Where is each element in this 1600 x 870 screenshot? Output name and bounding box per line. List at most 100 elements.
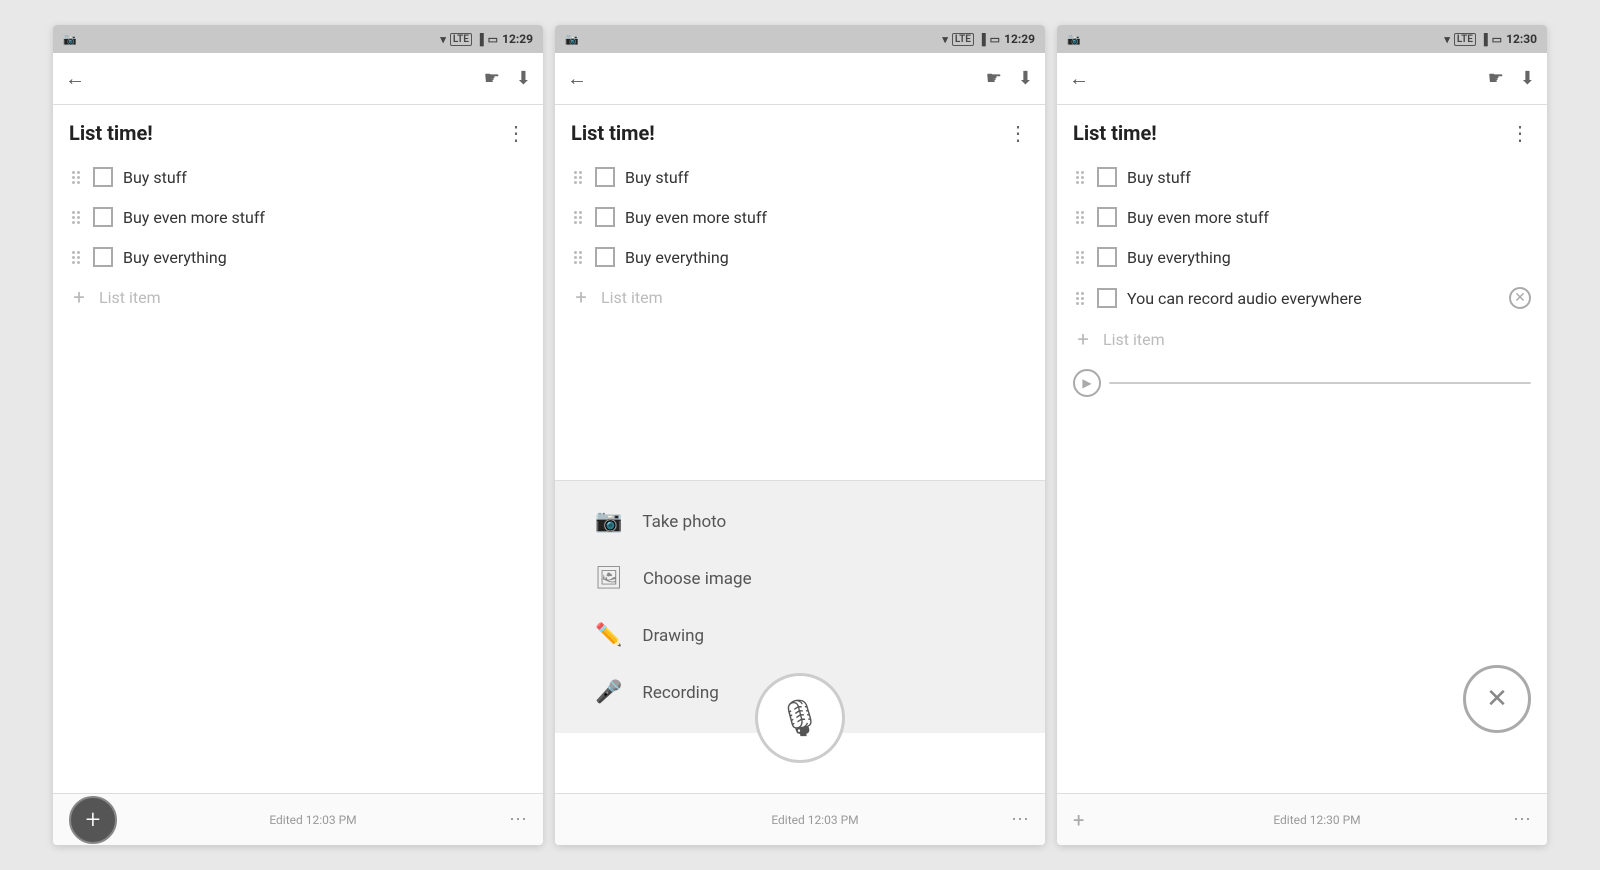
list-item: Buy even more stuff [555,197,1045,237]
checkbox[interactable] [595,207,615,227]
item-text: Buy everything [123,248,527,267]
touch-icon-1[interactable]: ☛ [484,68,500,89]
title-row-3: List time! ⋮ [1057,105,1547,153]
list-item: Buy stuff [555,157,1045,197]
list-title-2: List time! [571,121,655,145]
add-item-row-2[interactable]: + List item [555,277,1045,317]
drag-handle[interactable] [69,251,83,264]
title-row-2: List time! ⋮ [555,105,1045,153]
back-button-2[interactable]: ← [567,66,587,91]
drag-handle[interactable] [571,251,585,264]
toolbar-icons-1: ☛ ⬇ [484,68,531,89]
checkbox[interactable] [1097,207,1117,227]
status-bar-1: 📷 ▾ LTE ▐ ▭ 12:29 [53,25,543,53]
overflow-menu-btn-2[interactable]: ⋯ [1011,809,1029,830]
status-bar-3: 📷 ▾ LTE ▐ ▭ 12:30 [1057,25,1547,53]
drag-handle[interactable] [69,211,83,224]
add-fab-icon-1: + [86,805,101,835]
list-item: You can record audio everywhere ✕ [1057,277,1547,319]
content-1: List time! ⋮ Buy stuff [53,105,543,793]
item-text: Buy even more stuff [1127,208,1531,227]
checkbox[interactable] [1097,247,1117,267]
checkbox[interactable] [1097,288,1117,308]
battery-icon-3: ▭ [1492,33,1502,46]
wifi-icon: ▾ [440,33,446,46]
list-title-1: List time! [69,121,153,145]
list-item: Buy even more stuff [1057,197,1547,237]
drawing-icon: ✏️ [595,623,622,648]
drag-handle[interactable] [69,171,83,184]
spacer-3: + [1073,808,1121,832]
signal-icon-2: ▐ [978,33,986,46]
wifi-icon-3: ▾ [1444,33,1450,46]
item-text: Buy even more stuff [625,208,1029,227]
item-text: Buy stuff [625,168,1029,187]
overflow-menu-btn-3[interactable]: ⋯ [1513,809,1531,830]
take-photo-option[interactable]: 📷 Take photo [555,493,1045,550]
sim-icon-2: 📷 [565,33,579,46]
back-button-3[interactable]: ← [1069,66,1089,91]
status-bar-right-2: ▾ LTE ▐ ▭ 12:29 [942,32,1035,46]
screen1: 📷 ▾ LTE ▐ ▭ 12:29 ← ☛ ⬇ List time! ⋮ [53,25,543,845]
list-item: Buy everything [53,237,543,277]
list-item: Buy everything [1057,237,1547,277]
download-icon-3[interactable]: ⬇ [1520,68,1535,89]
add-icon-3: + [1073,329,1093,349]
signal-icon-3: ▐ [1480,33,1488,46]
checkbox[interactable] [595,247,615,267]
status-time-3: 12:30 [1506,32,1537,46]
audio-progress-bar[interactable] [1109,382,1531,384]
context-menu-btn-2[interactable]: ⋮ [1008,121,1029,145]
list-item: Buy stuff [1057,157,1547,197]
cancel-item-btn[interactable]: ✕ [1509,287,1531,309]
drag-handle[interactable] [1073,211,1087,224]
lte-badge: LTE [450,33,472,46]
battery-icon: ▭ [488,33,498,46]
add-icon-2: + [571,287,591,307]
add-item-placeholder-1: List item [99,288,161,307]
download-icon-1[interactable]: ⬇ [516,68,531,89]
checkbox[interactable] [93,207,113,227]
add-item-row-3[interactable]: + List item [1057,319,1547,359]
audio-player-bar: ▶ [1057,359,1547,407]
status-bar-right-3: ▾ LTE ▐ ▭ 12:30 [1444,32,1537,46]
mic-fab[interactable]: 🎙 [755,673,845,763]
overflow-menu-btn-1[interactable]: ⋯ [509,809,527,830]
lte-badge-2: LTE [952,33,974,46]
checkbox[interactable] [1097,167,1117,187]
add-fab-1[interactable]: + [69,796,117,844]
drag-handle[interactable] [571,171,585,184]
item-text: Buy everything [625,248,1029,267]
item-text: Buy stuff [123,168,527,187]
drag-handle[interactable] [1073,171,1087,184]
add-item-row-1[interactable]: + List item [53,277,543,317]
drag-handle[interactable] [571,211,585,224]
add-btn-3[interactable]: + [1073,808,1084,832]
touch-icon-2[interactable]: ☛ [986,68,1002,89]
download-icon-2[interactable]: ⬇ [1018,68,1033,89]
status-bar-left-1: 📷 [63,33,77,46]
touch-icon-3[interactable]: ☛ [1488,68,1504,89]
drawing-option[interactable]: ✏️ Drawing [555,607,1045,664]
back-button-1[interactable]: ← [65,66,85,91]
context-menu-btn-3[interactable]: ⋮ [1510,121,1531,145]
context-menu-btn-1[interactable]: ⋮ [506,121,527,145]
checkbox[interactable] [93,167,113,187]
drag-handle[interactable] [1073,292,1087,305]
checkbox[interactable] [595,167,615,187]
checkbox[interactable] [93,247,113,267]
choose-image-option[interactable]: 🖼 Choose image [555,550,1045,607]
drag-handle[interactable] [1073,251,1087,264]
status-time-2: 12:29 [1004,32,1035,46]
status-bar-right-1: ▾ LTE ▐ ▭ 12:29 [440,32,533,46]
edited-text-1: Edited 12:03 PM [269,813,356,827]
add-item-placeholder-2: List item [601,288,663,307]
status-bar-left-3: 📷 [1067,33,1081,46]
cancel-recording-fab[interactable]: ✕ [1463,665,1531,733]
play-button[interactable]: ▶ [1073,369,1101,397]
wifi-icon-2: ▾ [942,33,948,46]
status-bar-2: 📷 ▾ LTE ▐ ▭ 12:29 [555,25,1045,53]
drawing-label: Drawing [642,626,704,646]
take-photo-label: Take photo [642,512,726,532]
cancel-recording-icon: ✕ [1486,684,1508,714]
